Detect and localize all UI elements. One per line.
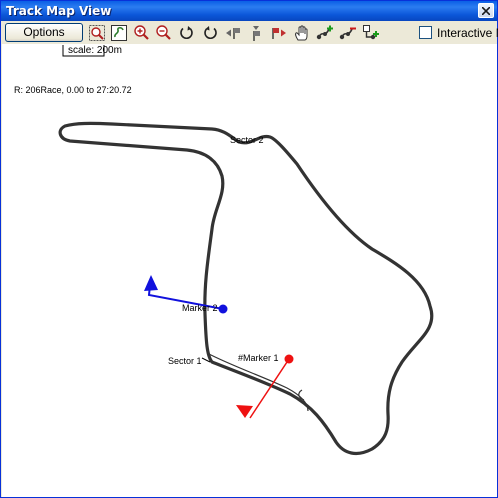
marker2-label: Marker 2 [182,303,218,313]
rotate-counterclockwise-button[interactable] [200,23,220,43]
zoom-out-button[interactable] [154,23,174,43]
add-marker-icon [316,25,333,40]
remove-marker-icon [339,27,356,40]
run-info-text: R: 206Race, 0.00 to 27:20.72 [14,85,132,95]
zoom-window-button[interactable] [87,23,107,43]
track-map-canvas[interactable]: Sector 2 Sector 1 Marker 2 #Marker 1 sca… [2,44,497,497]
options-button[interactable]: Options [5,23,83,42]
flag-right-icon [272,28,286,39]
hand-pan-button[interactable] [292,23,312,43]
marker-settings-icon [363,25,379,40]
flag-left-icon [226,28,240,39]
close-icon [482,7,490,15]
flag-right-button[interactable] [269,23,289,43]
flag-left-button[interactable] [223,23,243,43]
window-title: Track Map View [6,4,112,18]
close-button[interactable] [478,3,494,18]
remove-marker-button[interactable] [338,23,358,43]
rotate-counterclockwise-icon [204,26,217,40]
sector2-label: Sector 2 [230,135,264,145]
rotate-clockwise-button[interactable] [177,23,197,43]
flag-down-icon [253,26,260,41]
hand-pan-icon [295,25,308,41]
zoom-in-icon [134,25,149,40]
scale-label: scale: 200m [68,45,122,56]
marker-settings-button[interactable] [361,23,381,43]
interactive-label: Interactive M [437,26,498,40]
flag-down-button[interactable] [246,23,266,43]
track-map-window: Track Map View Options Interactive Secto… [0,0,498,498]
interactive-checkbox[interactable] [419,26,432,39]
marker1-label: #Marker 1 [238,353,279,363]
marker1[interactable] [236,354,294,419]
title-bar[interactable]: Track Map View [1,1,497,21]
zoom-in-button[interactable] [132,23,152,43]
toolbar: Options Interactive [1,21,498,44]
zoom-fit-icon [111,25,127,41]
track-outline [58,121,434,456]
add-marker-button[interactable] [315,23,335,43]
track-map-drawing: Sector 2 Sector 1 Marker 2 #Marker 1 [58,45,434,456]
zoom-window-icon [89,25,105,41]
rotate-clockwise-icon [180,26,193,40]
sector1-label: Sector 1 [168,356,202,366]
zoom-out-icon [156,25,171,40]
zoom-fit-button[interactable] [109,23,129,43]
